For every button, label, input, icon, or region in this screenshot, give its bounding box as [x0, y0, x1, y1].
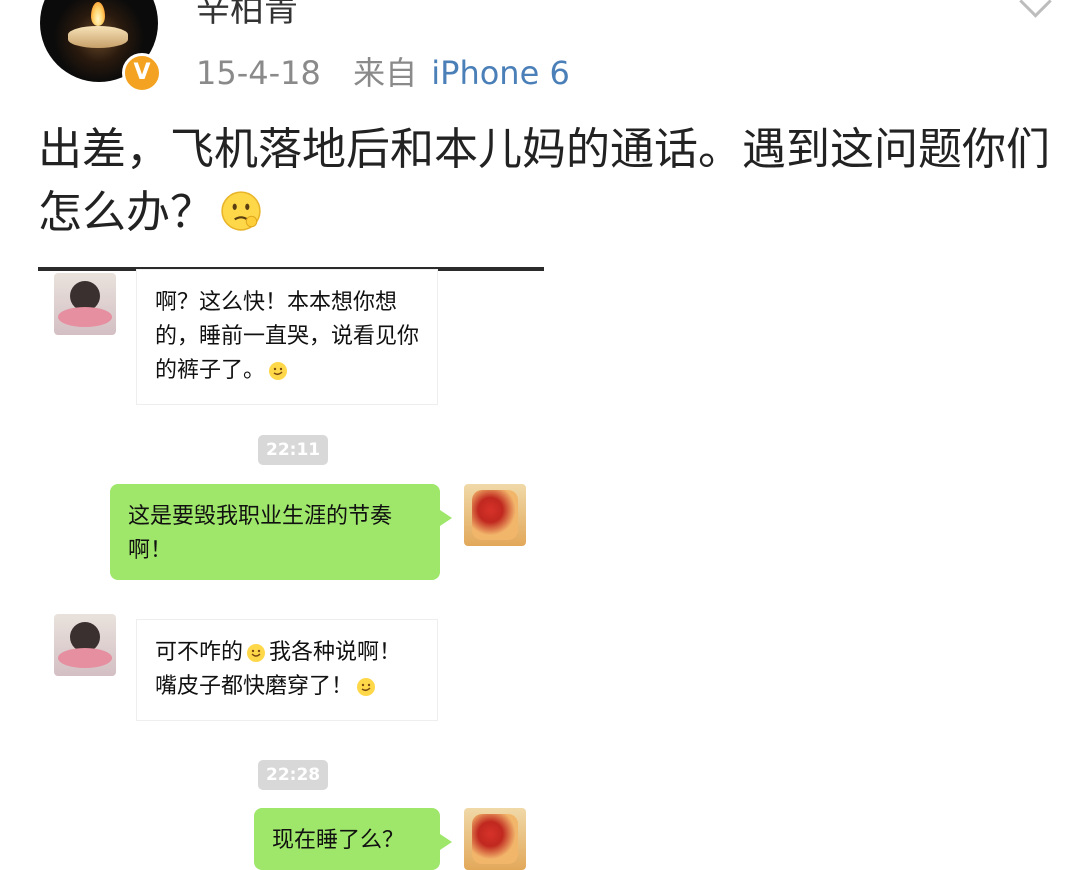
- shy-face-icon: [269, 362, 288, 380]
- source-device[interactable]: iPhone 6: [431, 54, 570, 92]
- candle-flame: [91, 2, 105, 26]
- post-text: 出差，飞机落地后和本儿妈的通话。遇到这问题你们怎么办？: [38, 118, 1068, 244]
- message-bubble-out[interactable]: 这是要毁我职业生涯的节奏啊！: [110, 484, 452, 580]
- message-text: 这是要毁我职业生涯的节奏啊！: [128, 504, 393, 563]
- chevron-down-icon[interactable]: [1019, 0, 1052, 18]
- contact-avatar[interactable]: [54, 614, 116, 676]
- timestamp: 22:28: [258, 760, 329, 790]
- shy-face-icon: [357, 678, 376, 696]
- post-meta: 15-4-18 来自 iPhone 6: [196, 48, 570, 94]
- thinking-face-icon: [221, 191, 261, 231]
- contact-avatar[interactable]: [54, 273, 116, 335]
- message-text: 现在睡了么？: [272, 828, 405, 853]
- source-prefix: 来自: [353, 54, 418, 92]
- avatar-cake: [472, 814, 518, 864]
- username[interactable]: 辛柏青: [196, 0, 298, 31]
- verified-badge-icon: V: [122, 53, 162, 93]
- post-date: 15-4-18: [196, 54, 321, 92]
- avatar-cake: [472, 490, 518, 540]
- timestamp: 22:11: [258, 435, 329, 465]
- message-bubble-in[interactable]: 啊？这么快！本本想你想的，睡前一直哭，说看见你的裤子了。: [136, 269, 438, 405]
- message-bubble-in[interactable]: 可不咋的 我各种说啊！嘴皮子都快磨穿了！: [136, 619, 438, 721]
- smile-face-icon: [247, 644, 266, 662]
- message-bubble-out[interactable]: 现在睡了么？: [254, 808, 452, 870]
- chat-screenshot: 啊？这么快！本本想你想的，睡前一直哭，说看见你的裤子了。 22:11 这是要毁我…: [38, 267, 544, 870]
- avatar-plate: [58, 307, 112, 327]
- message-text: 可不咋的: [155, 640, 244, 665]
- post-body: 出差，飞机落地后和本儿妈的通话。遇到这问题你们怎么办？: [38, 124, 1050, 238]
- self-avatar[interactable]: [464, 484, 526, 546]
- self-avatar[interactable]: [464, 808, 526, 870]
- avatar-plate: [58, 648, 112, 668]
- candle-image: [68, 26, 128, 48]
